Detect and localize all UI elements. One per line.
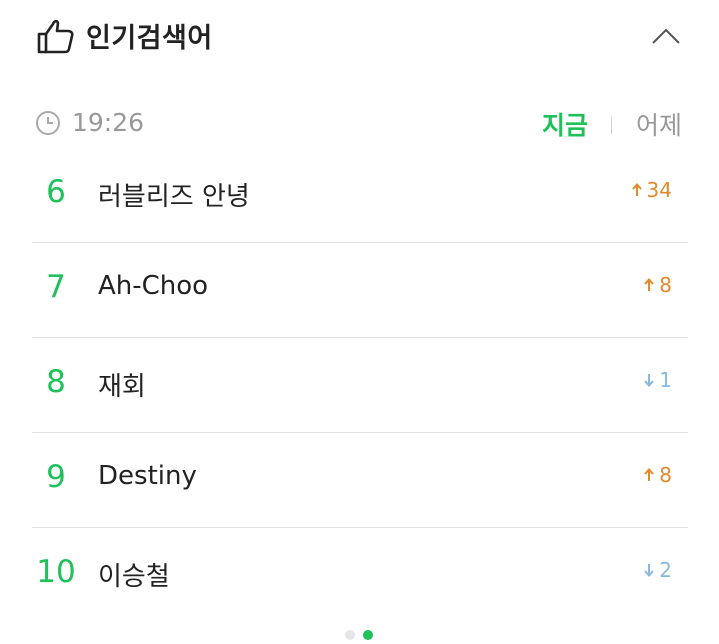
header: 인기검색어 (0, 0, 719, 80)
rank-change: 2 (644, 558, 672, 582)
section-title: 인기검색어 (86, 23, 213, 54)
ranking-item[interactable]: 9 Destiny 8 (32, 433, 688, 528)
ranking-item[interactable]: 8 재회 1 (32, 338, 688, 433)
arrow-down-icon (644, 374, 655, 387)
rank-change-value: 2 (659, 558, 672, 582)
clock-icon (36, 111, 60, 135)
page-dot[interactable] (345, 630, 355, 640)
tab-now[interactable]: 지금 (542, 106, 588, 142)
page-indicator (345, 630, 373, 640)
rank-number: 8 (46, 364, 66, 400)
keyword-label[interactable]: Ah-Choo (98, 271, 208, 301)
tab-yesterday[interactable]: 어제 (636, 106, 682, 142)
keyword-label[interactable]: 이승철 (98, 556, 170, 593)
ranking-list: 6 러블리즈 안녕 34 7 Ah-Choo 8 8 재회 1 9 Destin… (32, 148, 688, 622)
rank-change: 34 (631, 178, 672, 202)
thumbs-up-icon (37, 19, 74, 54)
rank-number: 7 (46, 269, 66, 305)
rank-change-value: 34 (646, 178, 672, 202)
page-dot-active[interactable] (363, 630, 373, 640)
rank-number: 6 (46, 174, 66, 210)
ranking-item[interactable]: 7 Ah-Choo 8 (32, 243, 688, 338)
time-bar: 19:26 지금 어제 (0, 100, 719, 146)
rank-change: 1 (644, 368, 672, 392)
rank-change-value: 8 (659, 463, 672, 487)
rank-change: 8 (644, 273, 672, 297)
arrow-up-icon (644, 278, 655, 291)
arrow-up-icon (631, 183, 642, 196)
keyword-label[interactable]: 러블리즈 안녕 (98, 176, 250, 213)
chevron-up-icon[interactable] (650, 26, 682, 46)
arrow-down-icon (644, 564, 655, 577)
rank-change: 8 (644, 463, 672, 487)
tab-divider (611, 116, 612, 134)
rank-number: 10 (36, 554, 76, 590)
ranking-item[interactable]: 6 러블리즈 안녕 34 (32, 148, 688, 243)
rank-change-value: 1 (659, 368, 672, 392)
rank-number: 9 (46, 459, 66, 495)
keyword-label[interactable]: Destiny (98, 461, 197, 491)
update-time: 19:26 (72, 108, 145, 137)
rank-change-value: 8 (659, 273, 672, 297)
keyword-label[interactable]: 재회 (98, 366, 146, 403)
arrow-up-icon (644, 468, 655, 481)
ranking-item[interactable]: 10 이승철 2 (32, 528, 688, 622)
